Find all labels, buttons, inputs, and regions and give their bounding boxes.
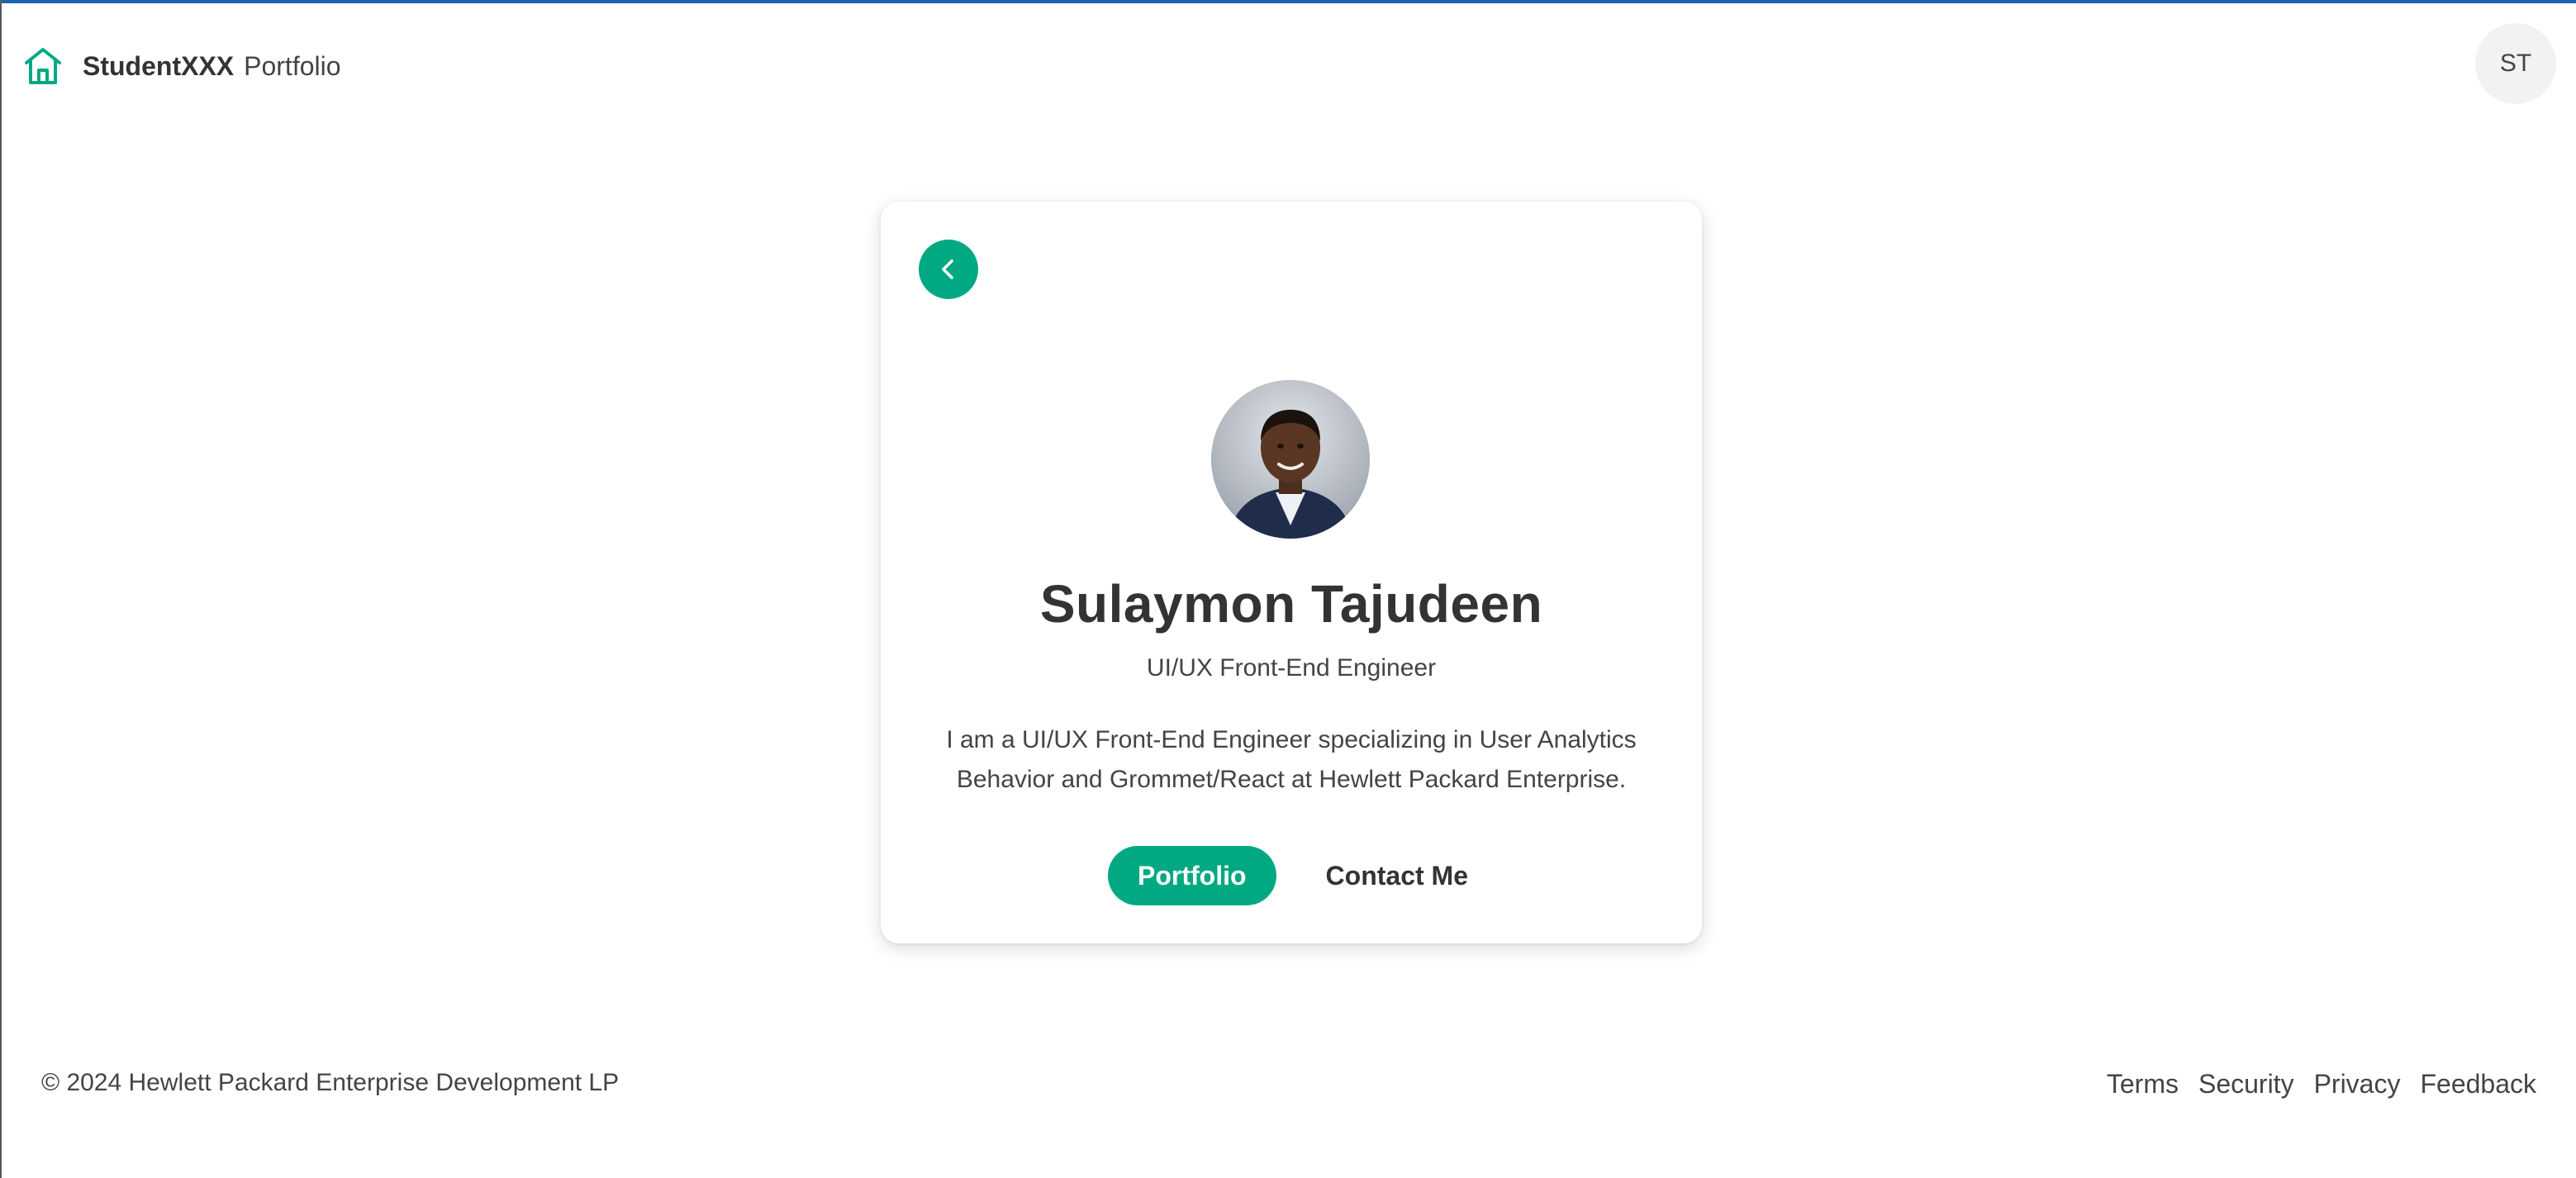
profile-card: Sulaymon Tajudeen UI/UX Front-End Engine… — [881, 202, 1702, 943]
profile-bio: I am a UI/UX Front-End Engineer speciali… — [946, 726, 1637, 793]
chevron-left-icon — [942, 259, 953, 279]
card-actions: Portfolio Contact Me — [881, 846, 1702, 905]
back-button[interactable] — [919, 240, 978, 299]
brand-subtitle: Portfolio — [244, 50, 341, 81]
user-avatar-button[interactable]: ST — [2475, 23, 2556, 104]
footer-links: Terms Security Privacy Feedback — [2087, 1069, 2536, 1100]
footer-link-privacy[interactable]: Privacy — [2314, 1069, 2401, 1100]
page: StudentXXX Portfolio ST Sulaymon Tajudee… — [0, 0, 2576, 1178]
user-initials: ST — [2499, 50, 2532, 77]
profile-name: Sulaymon Tajudeen — [1039, 574, 1543, 634]
app-header: StudentXXX Portfolio ST — [2, 3, 2576, 127]
footer-link-security[interactable]: Security — [2198, 1069, 2294, 1100]
home-icon — [25, 48, 61, 84]
contact-me-button[interactable]: Contact Me — [1301, 846, 1493, 905]
footer-copyright: © 2024 Hewlett Packard Enterprise Develo… — [41, 1069, 620, 1096]
footer-link-terms[interactable]: Terms — [2107, 1069, 2179, 1100]
footer-link-feedback[interactable]: Feedback — [2420, 1069, 2536, 1100]
profile-photo — [1211, 380, 1370, 539]
brand-name: StudentXXX — [83, 50, 235, 81]
brand-home-link[interactable]: StudentXXX Portfolio — [21, 41, 341, 91]
portfolio-button[interactable]: Portfolio — [1108, 846, 1276, 905]
profile-role: UI/UX Front-End Engineer — [1146, 654, 1437, 682]
